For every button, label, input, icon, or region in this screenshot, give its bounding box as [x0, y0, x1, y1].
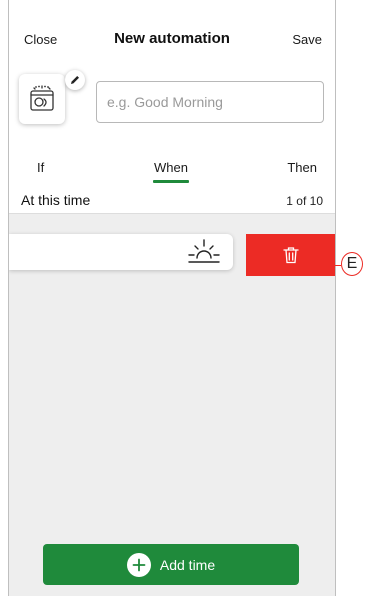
callout-marker: E — [341, 252, 363, 276]
tab-bar: If When Then — [9, 152, 335, 182]
tab-if[interactable]: If — [37, 160, 44, 175]
page-title: New automation — [114, 30, 230, 47]
automation-icon-button[interactable] — [19, 74, 65, 124]
dishwasher-icon — [30, 85, 54, 111]
plus-icon — [126, 552, 151, 577]
automation-screen: Close New automation Save If — [8, 0, 336, 596]
active-tab-indicator — [153, 180, 189, 183]
add-time-label: Add time — [159, 556, 216, 573]
time-entry-card[interactable] — [9, 234, 233, 270]
section-header: At this time 1 of 10 — [9, 188, 335, 212]
sunrise-icon — [188, 239, 220, 263]
section-title: At this time — [21, 192, 91, 208]
edit-icon-button[interactable] — [65, 70, 85, 90]
header: Close New automation Save — [9, 0, 335, 60]
tab-then[interactable]: Then — [287, 160, 317, 175]
add-time-button[interactable]: Add time — [43, 544, 299, 585]
callout-line — [329, 265, 341, 266]
callout-label: E — [346, 255, 358, 272]
save-button[interactable]: Save — [292, 32, 322, 47]
trash-icon — [282, 247, 299, 264]
time-list: Add time — [9, 213, 335, 596]
tab-when[interactable]: When — [154, 160, 188, 175]
automation-name-input[interactable] — [96, 81, 324, 123]
pencil-icon — [71, 76, 79, 84]
section-count: 1 of 10 — [286, 194, 323, 208]
delete-button[interactable] — [246, 234, 335, 276]
